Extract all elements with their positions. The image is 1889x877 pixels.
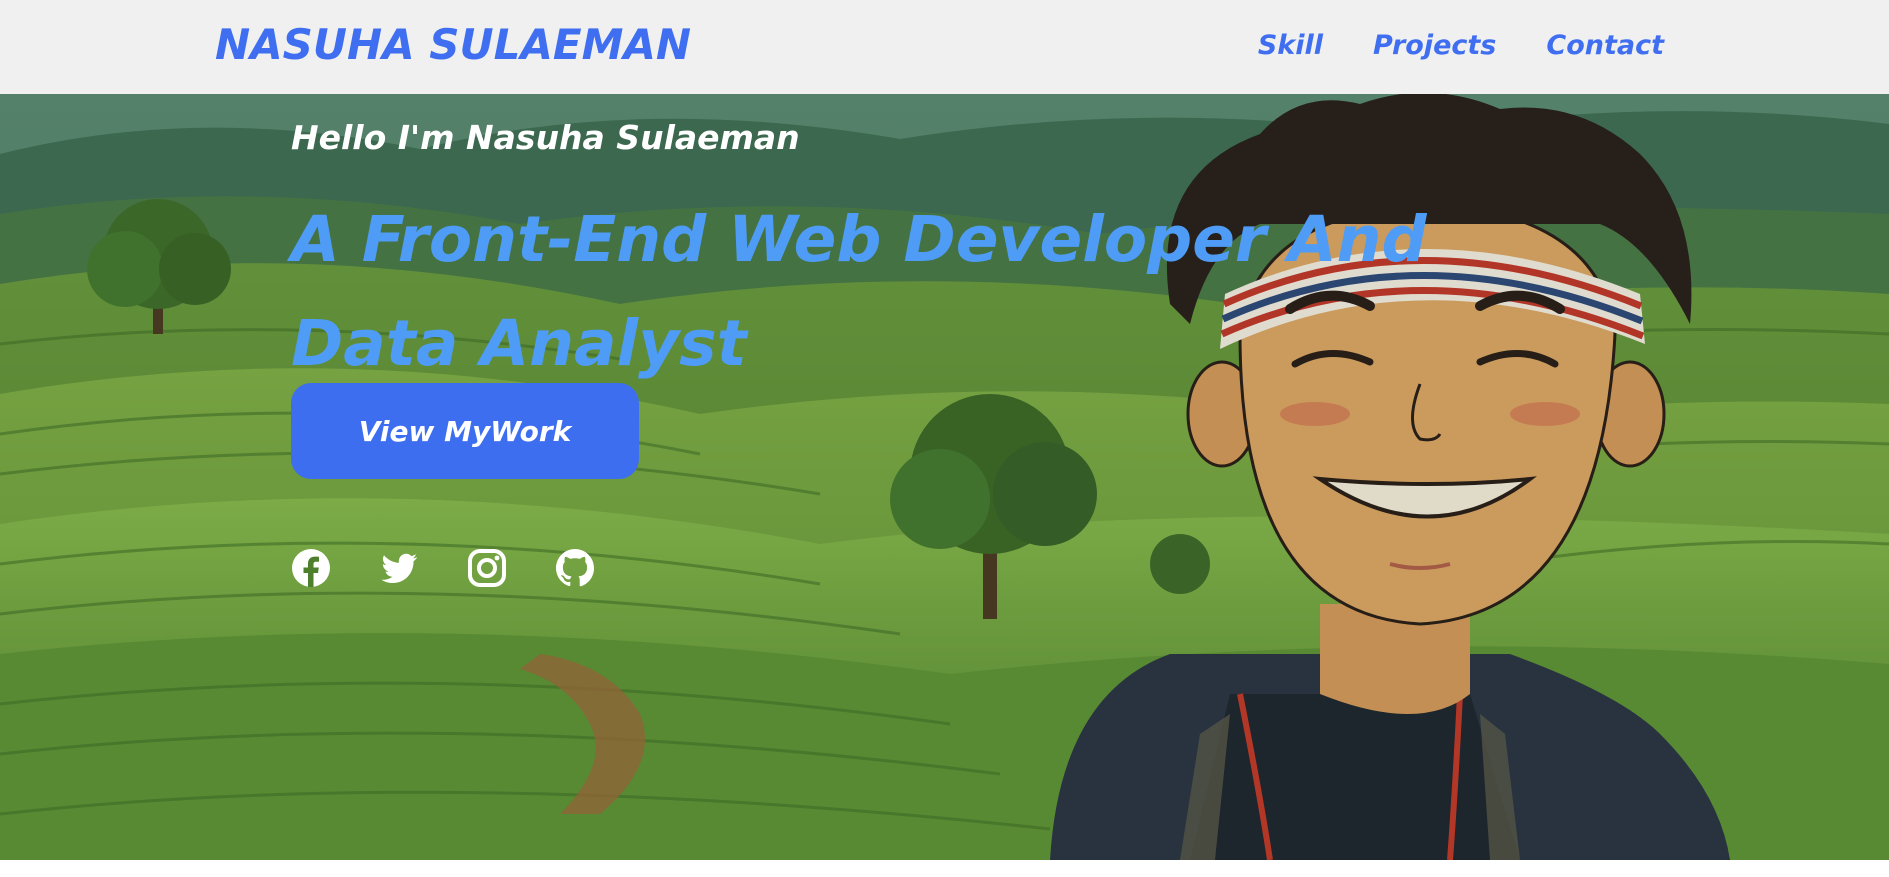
facebook-link[interactable] [291,548,331,588]
navbar: NASUHA SULAEMAN Skill Projects Contact [0,0,1889,94]
instagram-link[interactable] [467,548,507,588]
twitter-link[interactable] [379,548,419,588]
social-links [291,548,595,588]
hero-greeting: Hello I'm Nasuha Sulaeman [291,118,800,157]
twitter-icon [381,553,417,583]
nav-link-skill[interactable]: Skill [1258,30,1323,61]
hero-section: Hello I'm Nasuha Sulaeman A Front-End We… [0,94,1889,860]
view-my-work-button[interactable]: View MyWork [291,383,639,479]
github-link[interactable] [555,548,595,588]
page-bottom-strip [0,860,1889,877]
brand-logo-text[interactable]: NASUHA SULAEMAN [215,20,691,69]
main-nav: Skill Projects Contact [1258,30,1664,61]
hero-headline: A Front-End Web Developer And Data Analy… [291,203,1427,380]
instagram-icon [468,549,506,587]
github-icon [556,549,594,587]
facebook-icon [292,549,330,587]
nav-link-contact[interactable]: Contact [1546,30,1664,61]
nav-link-projects[interactable]: Projects [1373,30,1496,61]
